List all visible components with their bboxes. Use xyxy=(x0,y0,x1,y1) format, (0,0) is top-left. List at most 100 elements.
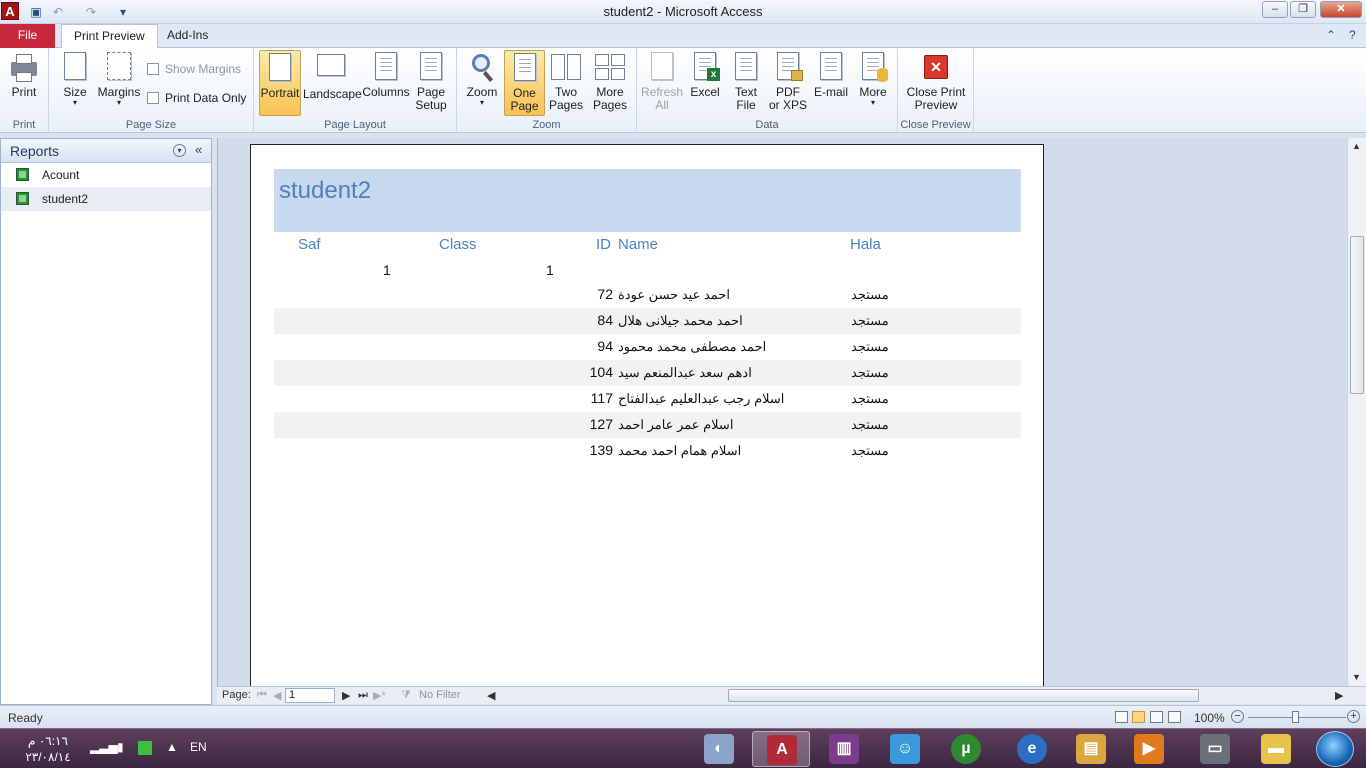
taskbar-folder-app[interactable]: ▤ xyxy=(1062,731,1120,767)
taskbar-winrar[interactable]: ▥ xyxy=(815,731,873,767)
show-margins-label: Show Margins xyxy=(165,62,242,76)
one-page-button[interactable]: One Page xyxy=(504,50,545,116)
taskbar-access[interactable]: A xyxy=(752,731,810,767)
report-header: student2 xyxy=(274,169,1021,232)
zoom-out-icon[interactable]: − xyxy=(1231,710,1244,723)
vertical-scroll-thumb[interactable] xyxy=(1350,236,1364,394)
clock-time: ٠٦:١٦ م xyxy=(28,734,68,748)
nav-item-acount[interactable]: Acount xyxy=(1,163,211,187)
taskbar-paint[interactable]: ◐ xyxy=(690,731,748,767)
tab-print-preview[interactable]: Print Preview xyxy=(61,24,158,49)
clock-date: ٢٣/٠٨/١٤ xyxy=(25,750,71,764)
vertical-scrollbar[interactable]: ▲ ▼ xyxy=(1347,138,1366,686)
columns-label: Columns xyxy=(362,85,410,99)
tray-app-icon[interactable] xyxy=(138,741,152,755)
new-record-icon[interactable]: ▶* xyxy=(373,689,386,702)
zoom-in-icon[interactable]: + xyxy=(1347,710,1360,723)
print-button[interactable]: Print xyxy=(4,50,44,116)
last-page-icon[interactable]: ⏭ xyxy=(358,689,368,702)
status-text: Ready xyxy=(8,711,43,725)
group-data: Refresh All x Excel Text File PDF or XPS… xyxy=(637,48,898,133)
scroll-up-icon[interactable]: ▲ xyxy=(1352,141,1361,151)
first-page-icon[interactable]: ⏮ xyxy=(257,689,267,702)
scroll-right-icon[interactable]: ▶ xyxy=(1335,689,1343,702)
email-button[interactable]: E-mail xyxy=(811,50,851,116)
scroll-left-icon[interactable]: ◀ xyxy=(487,689,495,702)
two-pages-icon xyxy=(550,52,582,84)
two-pages-button[interactable]: Two Pages xyxy=(546,50,586,116)
more-pages-button[interactable]: More Pages xyxy=(588,50,632,116)
excel-button[interactable]: x Excel xyxy=(685,50,725,116)
filter-icon[interactable]: ⧩ xyxy=(401,689,411,702)
print-data-only-checkbox[interactable]: Print Data Only xyxy=(147,91,246,105)
system-clock[interactable]: ٠٦:١٦ م ٢٣/٠٨/١٤ xyxy=(22,733,74,765)
taskbar-messenger[interactable]: ☺ xyxy=(876,731,934,767)
horizontal-scroll-thumb[interactable] xyxy=(728,689,1199,702)
previous-page-icon[interactable]: ◀ xyxy=(273,689,281,702)
no-filter-label[interactable]: No Filter xyxy=(419,689,461,701)
report-icon xyxy=(16,168,29,181)
taskbar-utorrent[interactable]: µ xyxy=(937,731,995,767)
nav-title[interactable]: Reports xyxy=(10,143,59,159)
taskbar-internet-explorer[interactable]: e xyxy=(1003,731,1061,767)
margins-button[interactable]: Margins ▾ xyxy=(97,50,141,116)
columns-button[interactable]: Columns xyxy=(361,50,411,116)
collapse-pane-icon[interactable]: « xyxy=(195,142,202,157)
print-label: Print xyxy=(11,85,37,99)
column-header-saf: Saf xyxy=(298,236,321,253)
language-indicator[interactable]: EN xyxy=(190,740,207,754)
page-setup-label: Page Setup xyxy=(415,85,447,112)
one-page-label: One Page xyxy=(510,86,539,113)
minimize-ribbon-icon[interactable]: ⌃ xyxy=(1326,28,1336,42)
taskbar-explorer[interactable]: ▬ xyxy=(1247,731,1305,767)
scroll-down-icon[interactable]: ▼ xyxy=(1352,672,1361,682)
network-signal-icon[interactable]: ▂▃▅ xyxy=(90,740,118,754)
layout-view-icon[interactable] xyxy=(1150,711,1163,723)
email-label: E-mail xyxy=(813,85,848,99)
row-id: 94 xyxy=(597,338,613,354)
nav-item-label: student2 xyxy=(42,192,89,206)
zoom-button[interactable]: Zoom ▾ xyxy=(462,50,502,116)
email-icon xyxy=(815,52,847,84)
nav-menu-dropdown-icon[interactable]: ▾ xyxy=(173,144,186,157)
refresh-all-label: Refresh All xyxy=(640,85,684,112)
group-label-page-layout: Page Layout xyxy=(324,119,386,131)
next-page-icon[interactable]: ▶ xyxy=(342,689,350,702)
page-number-input[interactable]: 1 xyxy=(285,688,335,703)
help-icon[interactable]: ? xyxy=(1349,28,1356,42)
nav-item-student2[interactable]: student2 xyxy=(1,187,211,211)
ribbon: Print Print Size ▾ Margins ▾ Show Margin… xyxy=(0,48,1366,133)
battery-icon[interactable]: ▮ xyxy=(117,740,124,754)
start-button[interactable] xyxy=(1316,731,1354,767)
close-print-preview-button[interactable]: ✕ Close Print Preview xyxy=(904,50,968,116)
portrait-button[interactable]: Portrait xyxy=(259,50,301,116)
tab-file[interactable]: File xyxy=(0,24,55,48)
print-data-only-label: Print Data Only xyxy=(165,91,247,105)
page-setup-button[interactable]: Page Setup xyxy=(412,50,450,116)
show-margins-checkbox[interactable]: Show Margins xyxy=(147,62,241,76)
taskbar-printer[interactable]: ▭ xyxy=(1186,731,1244,767)
two-pages-label: Two Pages xyxy=(548,85,584,112)
more-export-button[interactable]: More ▾ xyxy=(853,50,893,116)
size-button[interactable]: Size ▾ xyxy=(57,50,93,116)
design-view-icon[interactable] xyxy=(1168,711,1181,723)
text-file-label: Text File xyxy=(734,85,757,112)
text-file-button[interactable]: Text File xyxy=(727,50,765,116)
paint-palette-icon: ◐ xyxy=(704,734,734,764)
zoom-slider-knob[interactable] xyxy=(1292,711,1299,723)
report-page[interactable]: student2 Saf Class ID Name Hala 1 1 72 ا… xyxy=(250,144,1044,689)
report-view-icon[interactable] xyxy=(1132,711,1145,723)
table-row: 94 احمد مصطفى محمد محمود مستجد xyxy=(274,334,1021,360)
pdf-xps-button[interactable]: PDF or XPS xyxy=(767,50,809,116)
print-preview-view-icon[interactable] xyxy=(1115,711,1128,723)
maximize-button[interactable]: ❐ xyxy=(1290,1,1316,18)
landscape-button[interactable]: Landscape xyxy=(303,50,362,116)
show-hidden-icons-icon[interactable]: ▲ xyxy=(166,740,178,754)
taskbar-media-player[interactable]: ▶ xyxy=(1120,731,1178,767)
row-hala: مستجد xyxy=(851,365,889,380)
close-window-button[interactable]: ✕ xyxy=(1320,1,1362,18)
navigation-pane: Reports ▾ « Acount student2 xyxy=(0,138,212,705)
tab-add-ins[interactable]: Add-Ins xyxy=(155,24,220,48)
minimize-button[interactable]: – xyxy=(1262,1,1288,18)
refresh-all-button[interactable]: Refresh All xyxy=(640,50,684,116)
